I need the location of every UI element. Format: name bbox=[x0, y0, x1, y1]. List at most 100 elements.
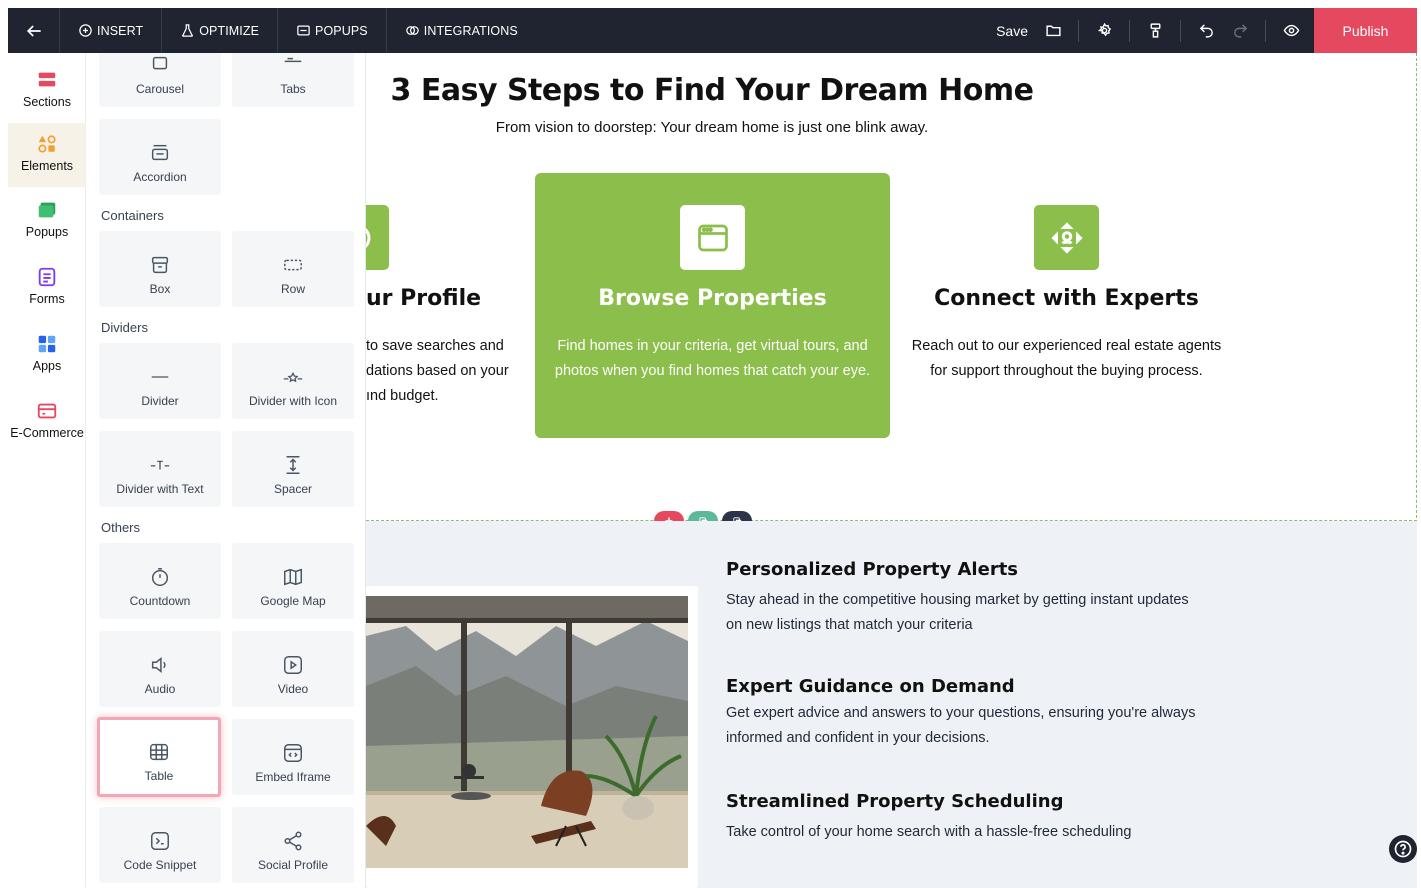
rail-item-ecommerce[interactable]: E-Commerce bbox=[8, 400, 86, 458]
others-heading: Others bbox=[101, 520, 141, 535]
rail-item-popups[interactable]: Popups bbox=[8, 199, 86, 257]
format-painter-button[interactable] bbox=[1138, 8, 1172, 53]
card-label: Social Profile bbox=[257, 858, 329, 872]
forms-icon bbox=[38, 267, 56, 287]
undo-icon bbox=[1199, 24, 1213, 38]
rail-item-sections[interactable]: Sections bbox=[8, 65, 86, 123]
step-2-icon-box bbox=[680, 205, 745, 270]
step-3-title[interactable]: Connect with Experts bbox=[906, 286, 1227, 311]
element-divider-with-icon[interactable]: Divider with Icon bbox=[232, 343, 354, 419]
step-1-icon-box bbox=[366, 205, 389, 270]
eye-icon bbox=[1283, 24, 1299, 37]
apps-icon bbox=[38, 335, 56, 353]
feature-3-description[interactable]: Take control of your home search with a … bbox=[726, 820, 1196, 845]
element-divider-with-text[interactable]: Divider with Text bbox=[99, 431, 221, 507]
step-2-title[interactable]: Browse Properties bbox=[535, 286, 890, 311]
card-label: Table bbox=[144, 769, 174, 783]
insert-menu[interactable]: INSERT bbox=[60, 8, 163, 53]
left-icon-rail: Sections Elements Popups Forms Apps E-Co… bbox=[8, 53, 86, 888]
top-toolbar: INSERT OPTIMIZE POPUPS INTEGRATIONS Save bbox=[8, 8, 1417, 53]
element-code-snippet[interactable]: Code Snippet bbox=[99, 807, 221, 883]
element-embed-iframe[interactable]: Embed Iframe bbox=[232, 719, 354, 795]
element-video[interactable]: Video bbox=[232, 631, 354, 707]
toolbar-separator bbox=[1129, 19, 1130, 42]
help-button[interactable] bbox=[1389, 835, 1417, 863]
rail-item-elements[interactable]: Elements bbox=[8, 123, 86, 187]
feature-1-title[interactable]: Personalized Property Alerts bbox=[726, 559, 1018, 580]
carousel-icon bbox=[152, 56, 168, 70]
rail-label: Popups bbox=[25, 225, 69, 239]
step-1-desc-line: ınd budget. bbox=[366, 388, 439, 404]
step-1-description[interactable]: to save searches and dations based on yo… bbox=[366, 334, 526, 409]
redo-icon bbox=[1233, 24, 1247, 38]
section-heading[interactable]: 3 Easy Steps to Find Your Dream Home bbox=[366, 73, 1058, 108]
feature-2-description[interactable]: Get expert advice and answers to your qu… bbox=[726, 701, 1196, 751]
insert-label: INSERT bbox=[97, 23, 144, 38]
redo-button[interactable] bbox=[1223, 8, 1257, 53]
publish-button[interactable]: Publish bbox=[1314, 8, 1417, 53]
expert-connect-icon bbox=[1050, 221, 1083, 254]
card-label: Tabs bbox=[280, 82, 306, 96]
features-section[interactable]: Personalized Property Alerts Stay ahead … bbox=[366, 521, 1417, 888]
card-label: Divider with Icon bbox=[248, 394, 338, 408]
plus-circle-icon bbox=[79, 24, 92, 37]
undo-button[interactable] bbox=[1189, 8, 1223, 53]
living-room-scene bbox=[366, 596, 688, 868]
image-frame[interactable] bbox=[366, 586, 698, 888]
preview-button[interactable] bbox=[1274, 8, 1308, 53]
rail-item-apps[interactable]: Apps bbox=[8, 333, 86, 391]
element-row[interactable]: Row bbox=[232, 231, 354, 307]
paint-roller-icon bbox=[1150, 23, 1160, 38]
divider-text-icon bbox=[150, 460, 170, 470]
terminal-icon bbox=[151, 832, 169, 850]
feature-1-description[interactable]: Stay ahead in the competitive housing ma… bbox=[726, 588, 1196, 638]
feature-3-title[interactable]: Streamlined Property Scheduling bbox=[726, 791, 1063, 812]
step-1-title[interactable]: ur Profile bbox=[366, 286, 481, 311]
card-label: Spacer bbox=[273, 482, 313, 496]
back-button[interactable] bbox=[8, 8, 60, 53]
divider-icon bbox=[151, 376, 169, 378]
section-subheading[interactable]: From vision to doorstep: Your dream home… bbox=[366, 119, 1058, 136]
popups-menu[interactable]: POPUPS bbox=[278, 8, 387, 53]
page-canvas[interactable]: 3 Easy Steps to Find Your Dream Home Fro… bbox=[366, 53, 1417, 888]
toolbar-actions: Save Publish bbox=[988, 8, 1417, 53]
element-box[interactable]: Box bbox=[99, 231, 221, 307]
element-spacer[interactable]: Spacer bbox=[232, 431, 354, 507]
folder-icon bbox=[1045, 25, 1061, 37]
settings-button[interactable] bbox=[1087, 8, 1121, 53]
divider-star-icon bbox=[283, 371, 303, 383]
optimize-menu[interactable]: OPTIMIZE bbox=[162, 8, 279, 53]
living-room-photo bbox=[366, 596, 688, 868]
folder-button[interactable] bbox=[1036, 8, 1070, 53]
step-3-icon-box bbox=[1034, 205, 1099, 270]
row-icon bbox=[284, 259, 302, 271]
element-divider[interactable]: Divider bbox=[99, 343, 221, 419]
step-card-browse[interactable]: Browse Properties Find homes in your cri… bbox=[535, 173, 890, 438]
element-tabs[interactable]: Tabs bbox=[232, 53, 354, 107]
rail-item-forms[interactable]: Forms bbox=[8, 266, 86, 324]
integrations-menu[interactable]: INTEGRATIONS bbox=[387, 8, 536, 53]
rail-label: Forms bbox=[29, 292, 65, 306]
containers-heading: Containers bbox=[101, 208, 164, 223]
profile-icon bbox=[366, 227, 370, 248]
browser-window-icon bbox=[697, 224, 728, 251]
feature-2-title[interactable]: Expert Guidance on Demand bbox=[726, 676, 1015, 697]
element-accordion[interactable]: Accordion bbox=[99, 119, 221, 195]
elements-icon bbox=[38, 135, 56, 153]
step-2-description[interactable]: Find homes in your criteria, get virtual… bbox=[553, 334, 872, 384]
element-audio[interactable]: Audio bbox=[99, 631, 221, 707]
step-3-description[interactable]: Reach out to our experienced real estate… bbox=[911, 334, 1222, 384]
rail-label: E-Commerce bbox=[10, 426, 84, 440]
card-label: Row bbox=[280, 282, 305, 296]
card-label: Video bbox=[277, 682, 309, 696]
stopwatch-icon bbox=[151, 568, 169, 586]
share-icon bbox=[284, 831, 302, 851]
element-google-map[interactable]: Google Map bbox=[232, 543, 354, 619]
element-social-profile[interactable]: Social Profile bbox=[232, 807, 354, 883]
card-label: Countdown bbox=[129, 594, 191, 608]
element-carousel[interactable]: Carousel bbox=[99, 53, 221, 107]
popup-window-icon bbox=[297, 25, 310, 36]
element-table[interactable]: Table bbox=[97, 717, 221, 797]
element-countdown[interactable]: Countdown bbox=[99, 543, 221, 619]
save-button[interactable]: Save bbox=[988, 23, 1036, 39]
